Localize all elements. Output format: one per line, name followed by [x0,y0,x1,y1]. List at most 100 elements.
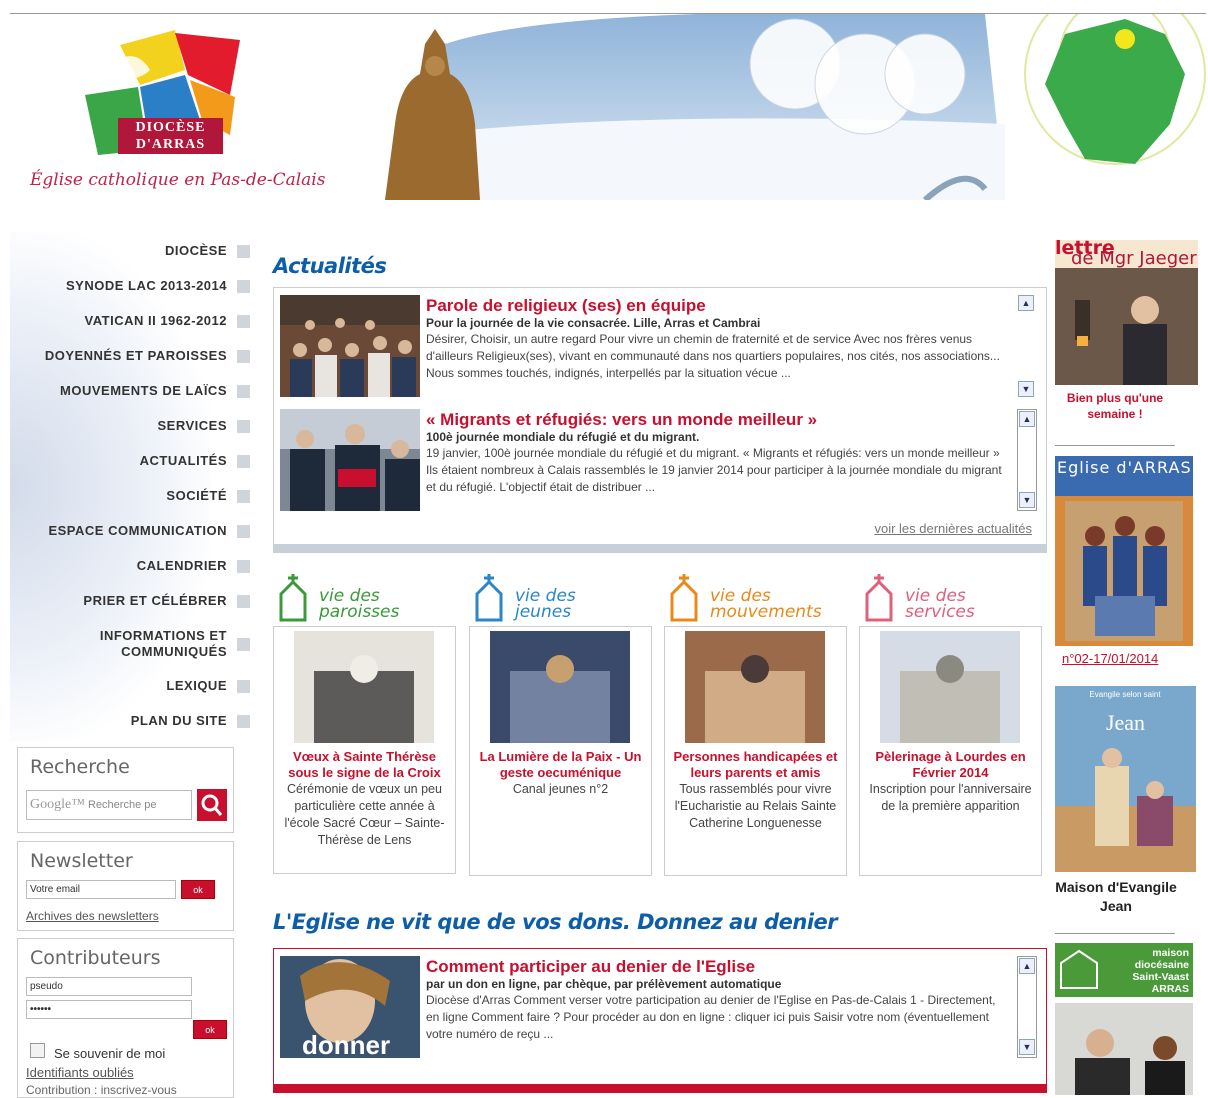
scroll-down-icon[interactable]: ▼ [1019,492,1035,508]
denier-article[interactable]: donner Comment participer au denier de l… [280,956,1000,1060]
pseudo-input[interactable]: pseudo [26,977,192,996]
nav-item[interactable]: VATICAN II 1962-2012 [10,313,250,329]
conference-photo [1055,1003,1193,1095]
nav-item[interactable]: SOCIÉTÉ [10,488,250,504]
nav-square-icon [237,679,250,693]
vie-header-2[interactable]: vie des mouvements [664,572,847,624]
vie-card[interactable]: Personnes handicapées et leurs parents e… [664,626,847,876]
newsletter-title: Newsletter [30,850,133,872]
news-title[interactable]: « Migrants et réfugiés: vers un monde me… [426,409,1004,430]
nav-item[interactable]: SYNODE LAC 2013-2014 [10,278,250,294]
nav-square-icon [237,559,250,573]
search-button[interactable] [197,789,227,821]
svg-text:donner: donner [302,1030,390,1058]
remember-checkbox[interactable] [30,1043,45,1058]
header-banner [385,14,1206,200]
newsletter-email-input[interactable]: Votre email [26,880,176,899]
nav-item[interactable]: INFORMATIONS ET COMMUNIQUÉS [10,628,250,660]
news-body: 19 janvier, 100è journée mondiale du réf… [426,446,1002,494]
vie-card-title[interactable]: Vœux à Sainte Thérèse sous le signe de l… [278,749,451,781]
news-subtitle: 100è journée mondiale du réfugié et du m… [426,430,700,444]
jean-caption[interactable]: Maison d'Evangile Jean [1055,878,1177,916]
more-news-link[interactable]: voir les dernières actualités [874,521,1032,536]
search-icon [201,794,223,816]
nav-item[interactable]: SERVICES [10,418,250,434]
news-article[interactable]: « Migrants et réfugiés: vers un monde me… [280,409,1002,513]
vie-card[interactable]: Pèlerinage à Lourdes en Février 2014 Insc… [859,626,1042,876]
contributors-title: Contributeurs [30,947,161,969]
password-input[interactable]: •••••• [26,1000,192,1019]
nav-item[interactable]: MOUVEMENTS DE LAÏCS [10,383,250,399]
news-article[interactable]: Parole de religieux (ses) en équipe Pour… [280,295,1000,399]
denier-article-body: Diocèse d'Arras Comment verser votre par… [426,993,996,1041]
diocese-logo[interactable]: DIOCÈSE D'ARRAS Église catholique en Pas-… [25,20,325,200]
nav-item[interactable]: PLAN DU SITE [10,713,250,729]
nav-item-label: ESPACE COMMUNICATION [48,523,227,538]
nav-item-label: VATICAN II 1962-2012 [84,313,227,328]
nav-item-label: LEXIQUE [166,678,227,693]
nav-item[interactable]: PRIER ET CÉLÉBRER [10,593,250,609]
divider [1055,445,1175,446]
forgot-credentials-link[interactable]: Identifiants oubliés [26,1065,134,1080]
news-scroller-1[interactable]: ▲ ▼ [1017,295,1037,401]
news-body: Désirer, Choisir, un autre regard Pour v… [426,332,1000,380]
nav-item-label: SOCIÉTÉ [166,488,227,503]
vie-card-title[interactable]: Personnes handicapées et leurs parents e… [669,749,842,781]
login-ok-button[interactable]: ok [193,1020,227,1039]
magazine-title: Eglise d'ARRAS [1057,458,1192,477]
nav-square-icon [237,244,250,258]
vie-card-photo [490,631,630,743]
nav-item-label: PRIER ET CÉLÉBRER [83,593,227,608]
nav-item[interactable]: ACTUALITÉS [10,453,250,469]
nav-item[interactable]: ESPACE COMMUNICATION [10,523,250,539]
denier-title: L'Eglise ne vit que de vos dons. Donnez … [273,910,838,934]
nav-item-label: CALENDRIER [136,558,227,573]
france-map-icon [1024,14,1206,165]
vie-card-photo [685,631,825,743]
news-title[interactable]: Parole de religieux (ses) en équipe [426,295,1004,316]
nav-item[interactable]: DIOCÈSE [10,243,250,259]
nav-item[interactable]: LEXIQUE [10,678,250,694]
denier-article-title[interactable]: Comment participer au denier de l'Eglise [426,956,1004,977]
scroll-down-icon[interactable]: ▼ [1019,1039,1035,1055]
nav-square-icon [237,637,250,651]
nav-item-label: DOYENNÉS ET PAROISSES [44,348,227,363]
maison-text: maison diocésaine Saint-Vaast ARRAS [1132,947,1189,995]
lettre-jaeger-banner[interactable]: lettre de Mgr Jaeger [1055,240,1198,385]
denier-box: donner Comment participer au denier de l… [273,948,1047,1093]
vie-card[interactable]: Vœux à Sainte Thérèse sous le signe de l… [273,626,456,874]
news-photo-migrants [280,409,420,511]
nav-item-label: MOUVEMENTS DE LAÏCS [60,383,227,398]
scroll-down-icon[interactable]: ▼ [1018,381,1034,397]
magazine-issue-link[interactable]: n°02-17/01/2014 [1062,651,1158,666]
denier-scroller[interactable]: ▲ ▼ [1017,956,1037,1058]
newsletter-ok-button[interactable]: ok [181,880,215,899]
vie-card-title[interactable]: Pèlerinage à Lourdes en Février 2014 [864,749,1037,781]
nav-item-label: SERVICES [157,418,227,433]
news-scroller-2[interactable]: ▲ ▼ [1017,409,1037,511]
nav-square-icon [237,384,250,398]
maison-diocesaine-banner[interactable]: maison diocésaine Saint-Vaast ARRAS [1055,943,1193,997]
vie-header-0[interactable]: vie des paroisses [273,572,456,624]
magazine-cover[interactable]: Eglise d'ARRAS [1055,456,1193,646]
denier-photo: donner [280,956,420,1058]
vie-card[interactable]: La Lumière de la Paix - Un geste oecumén… [469,626,652,876]
evangile-jean-cover[interactable]: Evangile selon saint Jean [1055,686,1196,872]
search-input[interactable]: Google™ Recherche pe [26,790,192,820]
lettre-caption[interactable]: Bien plus qu'une semaine ! [1055,390,1175,422]
vie-head-2: mouvements [710,602,822,622]
newsletter-box: Newsletter Votre email ok Archives des n… [17,841,234,931]
tagline: Église catholique en Pas-de-Calais [30,170,326,190]
vie-header-3[interactable]: vie des services [859,572,1042,624]
scroll-up-icon[interactable]: ▲ [1018,295,1034,311]
vie-header-1[interactable]: vie des jeunes [469,572,652,624]
newsletter-archives-link[interactable]: Archives des newsletters [26,909,159,923]
scroll-up-icon[interactable]: ▲ [1019,958,1035,974]
logo-text: DIOCÈSE D'ARRAS [118,118,223,154]
vie-card-title[interactable]: La Lumière de la Paix - Un geste oecumén… [474,749,647,781]
nav-square-icon [237,489,250,503]
nav-item[interactable]: CALENDRIER [10,558,250,574]
news-photo-religious [280,295,420,397]
scroll-up-icon[interactable]: ▲ [1019,411,1035,427]
nav-item[interactable]: DOYENNÉS ET PAROISSES [10,348,250,364]
